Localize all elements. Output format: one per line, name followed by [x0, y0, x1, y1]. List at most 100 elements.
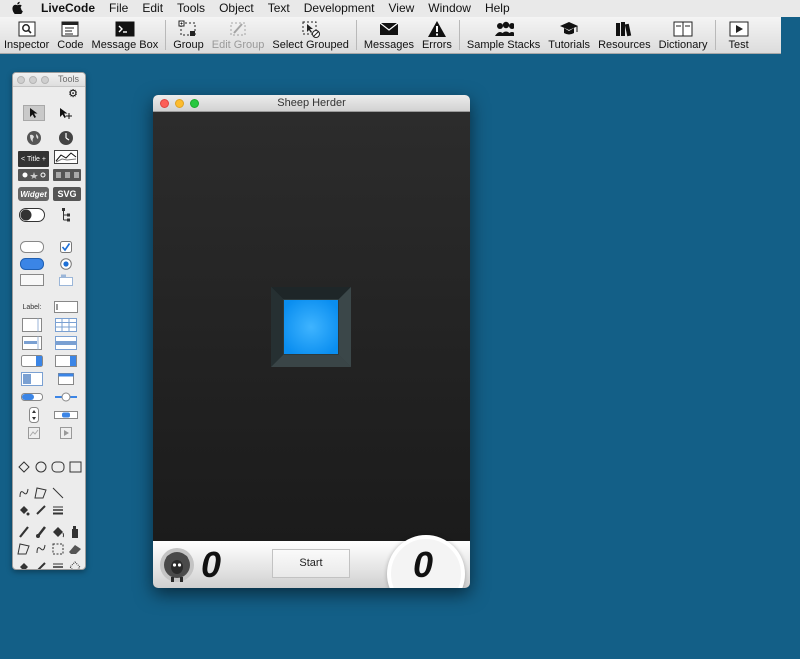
- table-field-tool-icon[interactable]: [53, 335, 79, 351]
- menubar-tool-icon[interactable]: [53, 371, 79, 387]
- player-tool-icon[interactable]: [55, 425, 77, 441]
- widget-icon[interactable]: Widget: [18, 187, 49, 201]
- clock-widget-icon[interactable]: [55, 130, 77, 146]
- inspector-icon: [17, 20, 37, 38]
- test-button[interactable]: Test: [719, 17, 759, 53]
- code-label: Code: [57, 39, 84, 51]
- spray-can-tool-icon[interactable]: [67, 524, 83, 540]
- pulldown-menu-tool-icon[interactable]: [19, 371, 45, 387]
- graphic-line-weight-icon[interactable]: [50, 502, 66, 518]
- sample-stacks-label: Sample Stacks: [466, 39, 541, 51]
- menu-development[interactable]: Development: [297, 0, 382, 17]
- paint-polygon-tool-icon[interactable]: [16, 541, 32, 557]
- edit-tool-arrow-icon[interactable]: [23, 105, 45, 121]
- palette-settings-gear-icon[interactable]: ⚙: [13, 87, 85, 101]
- tools-palette-titlebar[interactable]: Tools: [13, 73, 85, 87]
- navigation-bar-widget-icon[interactable]: [18, 169, 49, 181]
- image-tool-icon[interactable]: [23, 425, 45, 441]
- resources-label: Resources: [598, 39, 651, 51]
- line-tool-icon[interactable]: [50, 485, 66, 501]
- toolbar-divider: [458, 20, 460, 50]
- browser-widget-globe-icon[interactable]: [23, 130, 45, 146]
- close-button[interactable]: [160, 99, 169, 108]
- menu-window[interactable]: Window: [421, 0, 478, 17]
- widget-icon-label: Widget: [20, 189, 47, 199]
- little-arrows-tool-icon[interactable]: [23, 407, 45, 423]
- curve-tool-icon[interactable]: [16, 485, 32, 501]
- scrolling-field-tool-icon[interactable]: [19, 317, 45, 333]
- radio-button-tool-icon[interactable]: [55, 256, 77, 272]
- rounded-rectangle-tool-icon[interactable]: [50, 459, 66, 475]
- push-button-tool-icon[interactable]: [19, 239, 45, 255]
- palette-close-button[interactable]: [17, 76, 25, 84]
- oval-shape-tool-icon[interactable]: [33, 459, 49, 475]
- diamond-shape-tool-icon[interactable]: [16, 459, 32, 475]
- menu-file[interactable]: File: [102, 0, 135, 17]
- menu-livecode[interactable]: LiveCode: [34, 0, 102, 17]
- select-grouped-button[interactable]: Select Grouped: [268, 17, 352, 53]
- menu-edit[interactable]: Edit: [135, 0, 170, 17]
- switch-button-widget-icon[interactable]: [18, 207, 46, 223]
- tree-view-widget-icon[interactable]: [55, 207, 77, 223]
- menu-text[interactable]: Text: [261, 0, 297, 17]
- run-tool-arrow-icon[interactable]: [55, 105, 77, 121]
- pencil-tool-icon[interactable]: [16, 524, 32, 540]
- errors-button[interactable]: Errors: [418, 17, 456, 53]
- start-button[interactable]: Start: [272, 549, 350, 578]
- messages-button[interactable]: Messages: [360, 17, 418, 53]
- line-graph-widget-icon[interactable]: [53, 149, 79, 165]
- sheep-pen-target[interactable]: [271, 287, 351, 367]
- resources-button[interactable]: Resources: [594, 17, 655, 53]
- polygon-tool-icon[interactable]: [33, 485, 49, 501]
- graphic-fill-bucket-icon[interactable]: [16, 502, 32, 518]
- menu-help[interactable]: Help: [478, 0, 517, 17]
- svg-icon-widget-icon[interactable]: SVG: [53, 187, 81, 201]
- checkbox-tool-icon[interactable]: [55, 239, 77, 255]
- scrollbar-tool-icon[interactable]: [53, 407, 79, 423]
- paint-bucket-tool-icon[interactable]: [50, 524, 66, 540]
- rectangle-button-tool-icon[interactable]: [19, 272, 45, 288]
- graphic-pen-icon[interactable]: [33, 502, 49, 518]
- apple-menu-icon[interactable]: [0, 1, 34, 17]
- dictionary-button[interactable]: Dictionary: [655, 17, 712, 53]
- progress-bar-tool-icon[interactable]: [19, 389, 45, 405]
- game-stage[interactable]: [153, 112, 470, 541]
- rectangle-shape-tool-icon[interactable]: [67, 459, 83, 475]
- select-marquee-tool-icon[interactable]: [50, 541, 66, 557]
- paint-pattern-icon[interactable]: [67, 559, 83, 569]
- header-bar-widget-icon[interactable]: < Title +: [18, 151, 49, 167]
- menu-bar: LiveCode File Edit Tools Object Text Dev…: [0, 0, 800, 17]
- group-button[interactable]: Group: [169, 17, 208, 53]
- default-button-tool-icon[interactable]: [19, 256, 45, 272]
- code-button[interactable]: Code: [53, 17, 87, 53]
- zoom-button[interactable]: [190, 99, 199, 108]
- palette-zoom-button[interactable]: [41, 76, 49, 84]
- option-menu-tool-icon[interactable]: [19, 353, 45, 369]
- paint-line-color-icon[interactable]: [33, 559, 49, 569]
- segmented-control-widget-icon[interactable]: [53, 169, 81, 181]
- paint-fill-color-icon[interactable]: [16, 559, 32, 569]
- sheep-herder-titlebar[interactable]: Sheep Herder: [153, 95, 470, 112]
- text-entry-field-tool-icon[interactable]: [53, 299, 79, 315]
- label-field-tool-icon[interactable]: Label:: [19, 299, 45, 315]
- minimize-button[interactable]: [175, 99, 184, 108]
- brush-tool-icon[interactable]: [33, 524, 49, 540]
- menu-view[interactable]: View: [381, 0, 421, 17]
- paint-curve-tool-icon[interactable]: [33, 541, 49, 557]
- edit-group-button[interactable]: Edit Group: [208, 17, 269, 53]
- menu-tools[interactable]: Tools: [170, 0, 212, 17]
- sample-stacks-icon: [494, 20, 514, 38]
- sample-stacks-button[interactable]: Sample Stacks: [463, 17, 544, 53]
- inspector-button[interactable]: Inspector: [0, 17, 53, 53]
- slider-tool-icon[interactable]: [53, 389, 79, 405]
- tutorials-button[interactable]: Tutorials: [544, 17, 594, 53]
- combo-box-tool-icon[interactable]: [53, 353, 79, 369]
- palette-minimize-button[interactable]: [29, 76, 37, 84]
- scrolling-list-tool-icon[interactable]: [19, 335, 45, 351]
- menu-object[interactable]: Object: [212, 0, 261, 17]
- paint-brush-size-icon[interactable]: [50, 559, 66, 569]
- data-grid-tool-icon[interactable]: [53, 317, 79, 333]
- tab-panel-tool-icon[interactable]: [55, 272, 77, 288]
- eraser-tool-icon[interactable]: [67, 541, 83, 557]
- message-box-button[interactable]: Message Box: [88, 17, 163, 53]
